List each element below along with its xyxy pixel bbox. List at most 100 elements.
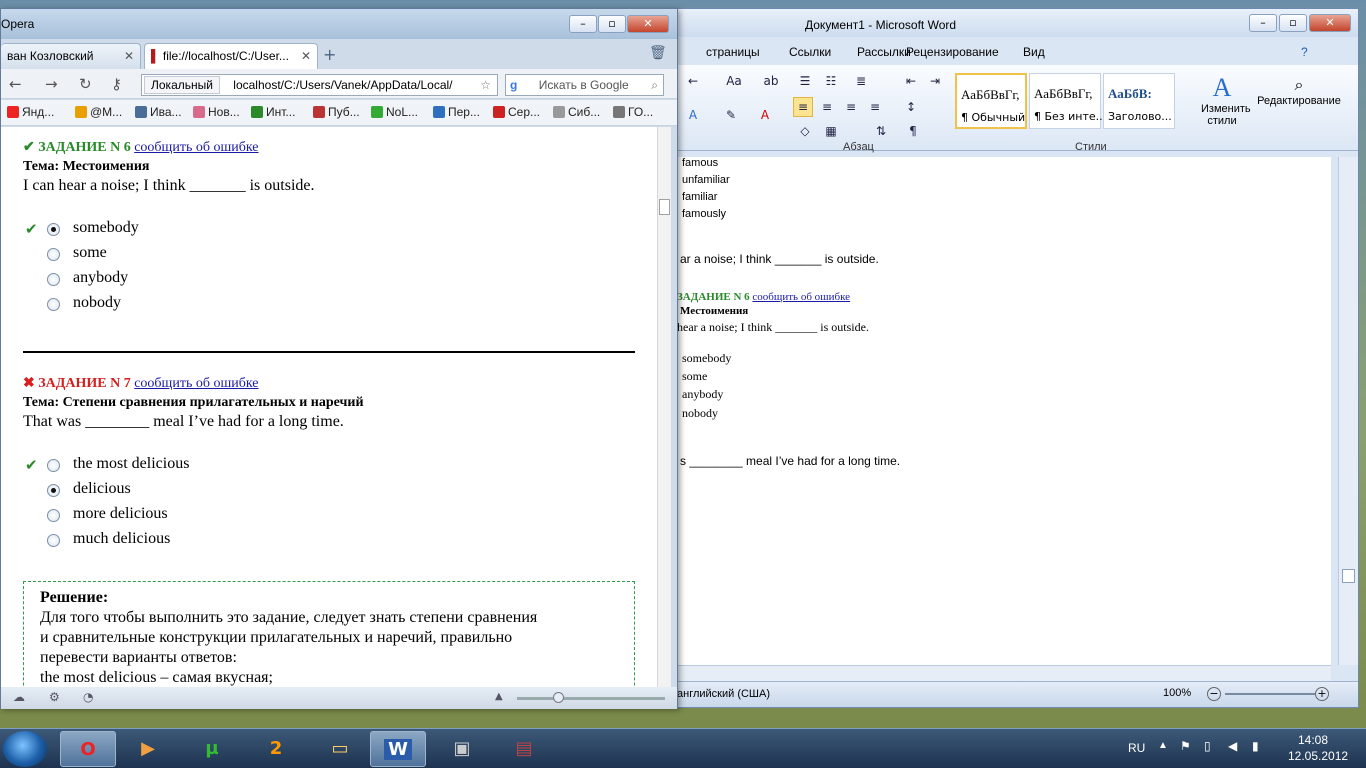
highlight-icon[interactable]: ✎ [721, 105, 741, 125]
tab-mailings[interactable]: Рассылки [857, 45, 911, 59]
maximize-button[interactable]: ▫ [598, 15, 626, 33]
bookmark[interactable]: Инт... [251, 105, 295, 119]
bookmark[interactable]: Нов... [193, 105, 240, 119]
tab-view[interactable]: Вид [1023, 45, 1045, 59]
bookmark[interactable]: Сиб... [553, 105, 600, 119]
align-center-button[interactable]: ≡ [817, 97, 837, 117]
bookmark[interactable]: ГО... [613, 105, 653, 119]
language-indicator[interactable]: RU [1128, 741, 1145, 755]
numbering-icon[interactable]: ☷ [821, 71, 841, 91]
bullets-icon[interactable]: ☰ [795, 71, 815, 91]
maximize-button[interactable]: ▫ [1279, 14, 1307, 32]
device-icon[interactable]: ▯ [1204, 739, 1211, 753]
tray-arrow-icon[interactable]: ▲ [1158, 740, 1168, 751]
network-icon[interactable]: ▮ [1252, 739, 1259, 753]
page-scrollbar[interactable] [657, 127, 671, 687]
shading-icon[interactable]: ◇ [795, 121, 815, 141]
align-right-button[interactable]: ≡ [841, 97, 861, 117]
minimize-button[interactable]: – [569, 15, 597, 33]
taskbar-video[interactable]: ▣ [434, 731, 490, 767]
zoom-slider[interactable] [517, 697, 665, 700]
bookmark[interactable]: Пер... [433, 105, 480, 119]
document-page[interactable]: famous unfamiliar familiar famously ar a… [677, 157, 1331, 665]
clock-date[interactable]: 12.05.2012 [1288, 749, 1348, 763]
borders-icon[interactable]: ▦ [821, 121, 841, 141]
trash-icon[interactable]: 🗑 [649, 45, 667, 61]
reload-icon[interactable]: ↻ [79, 75, 92, 93]
start-button[interactable] [3, 731, 47, 767]
style-heading[interactable]: АаБбВ: Заголово... [1103, 73, 1175, 129]
zoom-slider-handle[interactable] [553, 692, 564, 703]
font-color-icon[interactable]: A [755, 105, 775, 125]
radio-option[interactable] [47, 248, 60, 261]
volume-icon[interactable]: ◀ [1228, 739, 1237, 753]
back-icon[interactable]: ← [9, 75, 22, 93]
zoom-level[interactable]: 100% [1163, 687, 1191, 699]
taskbar-winrar[interactable]: ▤ [496, 731, 552, 767]
tab-vk[interactable]: ван Козловский ✕ [1, 43, 141, 69]
close-tab-icon[interactable]: ✕ [124, 44, 134, 68]
tab-references[interactable]: Ссылки [789, 45, 831, 59]
forward-icon[interactable]: → [45, 75, 58, 93]
increase-indent-icon[interactable]: ⇥ [925, 71, 945, 91]
radio-option[interactable] [47, 534, 60, 547]
bookmark[interactable]: NoL... [371, 105, 418, 119]
radio-option[interactable] [47, 273, 60, 286]
search-field[interactable]: g Искать в Google ⌕ [505, 74, 664, 96]
scroll-thumb[interactable] [659, 199, 670, 215]
radio-option[interactable] [47, 223, 60, 236]
minimize-button[interactable]: – [1249, 14, 1277, 32]
taskbar-utorrent[interactable]: µ [184, 731, 240, 767]
decrease-indent-icon[interactable]: ⇤ [901, 71, 921, 91]
zoom-slider[interactable] [1225, 693, 1315, 695]
clock-time[interactable]: 14:08 [1298, 733, 1328, 747]
justify-button[interactable]: ≡ [865, 97, 885, 117]
phonetic-icon[interactable]: ab [761, 71, 781, 91]
taskbar-opera[interactable]: O [60, 731, 116, 767]
word-horizontal-scrollbar[interactable] [677, 665, 1331, 681]
radio-option[interactable] [47, 484, 60, 497]
flag-icon[interactable]: ⚑ [1180, 739, 1191, 753]
text-effects-icon[interactable]: A [683, 105, 703, 125]
style-no-spacing[interactable]: АаБбВвГг, ¶ Без инте... [1029, 73, 1106, 129]
arrow-left-icon[interactable]: ← [683, 71, 703, 91]
star-icon[interactable]: ☆ [480, 75, 491, 95]
taskbar-word[interactable]: W [370, 731, 426, 767]
zoom-in-button[interactable]: + [1315, 687, 1329, 701]
help-icon[interactable]: ? [1301, 45, 1308, 59]
style-normal[interactable]: АаБбВвГг, ¶ Обычный [955, 73, 1027, 129]
scroll-thumb[interactable] [1342, 569, 1355, 583]
search-icon[interactable]: ⌕ [651, 75, 658, 95]
opera-menu-button[interactable]: Opera [1, 17, 34, 31]
change-styles-button[interactable]: A Изменить стили [1201, 73, 1251, 127]
bookmark[interactable]: Янд... [7, 105, 54, 119]
bookmark[interactable]: Сер... [493, 105, 540, 119]
bookmark[interactable]: Ива... [135, 105, 182, 119]
report-error-link[interactable]: сообщить об ошибке [134, 376, 258, 391]
language-status[interactable]: английский (США) [677, 688, 770, 700]
close-tab-icon[interactable]: ✕ [301, 44, 311, 68]
line-spacing-icon[interactable]: ↕ [901, 97, 921, 117]
sort-icon[interactable]: ⇅ [871, 121, 891, 141]
taskbar-explorer[interactable]: ▭ [312, 731, 368, 767]
change-case-button[interactable]: Aa [721, 71, 747, 91]
bookmark[interactable]: Пуб... [313, 105, 360, 119]
radio-option[interactable] [47, 509, 60, 522]
tab-review[interactable]: Рецензирование [906, 45, 999, 59]
word-vertical-scrollbar[interactable] [1338, 157, 1358, 665]
align-left-button[interactable]: ≡ [793, 97, 813, 117]
key-icon[interactable]: ⚷ [111, 75, 122, 93]
radio-option[interactable] [47, 459, 60, 472]
pilcrow-icon[interactable]: ¶ [903, 121, 923, 141]
multilevel-icon[interactable]: ≣ [851, 71, 871, 91]
radio-option[interactable] [47, 298, 60, 311]
up-arrow-icon[interactable]: ▲ [495, 691, 503, 702]
turbo-icon[interactable]: ◔ [83, 690, 93, 704]
new-tab-icon[interactable]: + [323, 45, 336, 64]
close-button[interactable]: ✕ [627, 15, 669, 33]
editing-button[interactable]: ⌕ Редактирование [1253, 75, 1345, 107]
tab-local-file[interactable]: ▌ file://localhost/C:/User... ✕ [144, 43, 318, 69]
bookmark[interactable]: @M... [75, 105, 122, 119]
zoom-out-button[interactable]: − [1207, 687, 1221, 701]
doc-report-link[interactable]: сообщить об ошибке [752, 291, 850, 303]
